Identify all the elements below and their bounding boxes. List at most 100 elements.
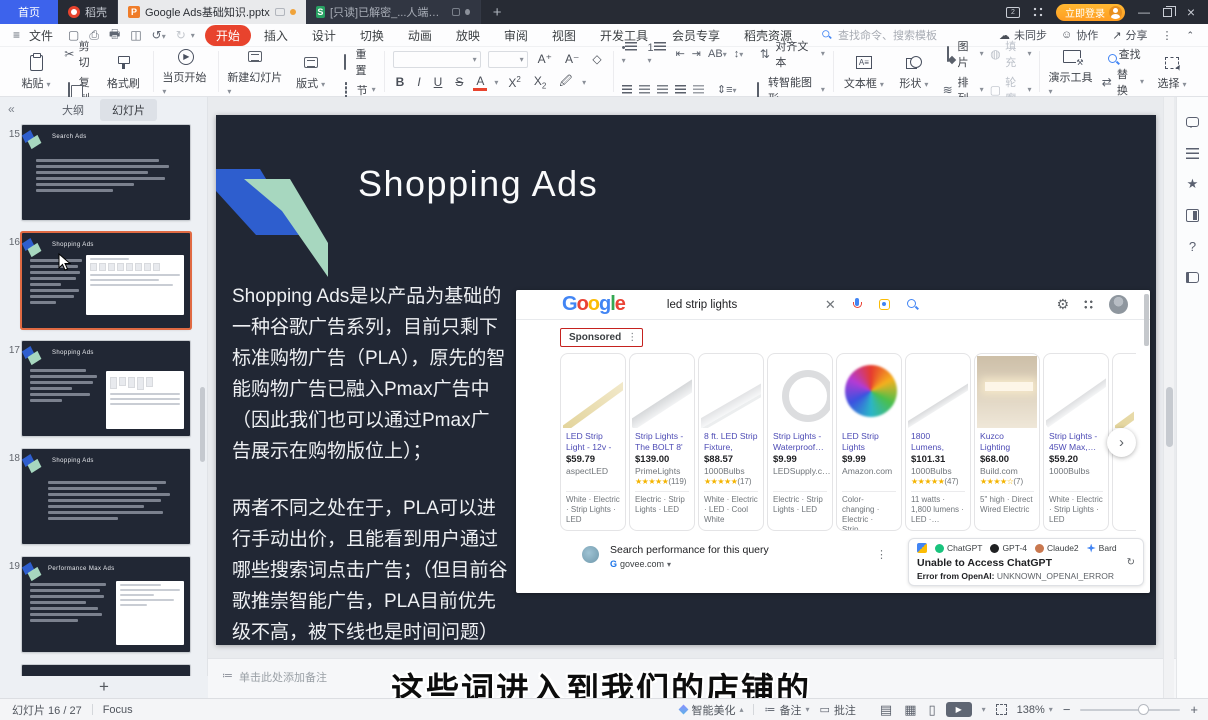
highlight-button[interactable]: 🖉: [556, 72, 575, 93]
align-text-button[interactable]: ⇅对齐文本▾: [758, 38, 825, 70]
tab-home[interactable]: 开始: [205, 25, 251, 46]
slide-title[interactable]: Shopping Ads: [358, 163, 598, 205]
focus-mode-label[interactable]: Focus: [103, 704, 133, 716]
font-size-select[interactable]: ▾: [488, 51, 528, 68]
align-right-button[interactable]: [657, 85, 668, 94]
workspace-grid-icon[interactable]: [1032, 6, 1044, 18]
paste-button[interactable]: 粘贴 ▾: [14, 53, 58, 91]
play-options-caret[interactable]: ▾: [982, 705, 986, 714]
docer-tab[interactable]: 稻壳: [58, 0, 118, 24]
slideshow-play-button[interactable]: ▶: [946, 702, 972, 717]
play-from-current-button[interactable]: ▶ 当页开始 ▾: [162, 47, 210, 97]
tab-review[interactable]: 审阅: [493, 25, 539, 46]
collaborate-button[interactable]: ☺协作: [1061, 27, 1098, 43]
slide-thumbnail-17[interactable]: Shopping Ads: [22, 341, 190, 436]
decrease-indent-button[interactable]: ⇤: [676, 47, 685, 60]
clear-format-icon[interactable]: ◇: [589, 52, 604, 66]
close-button[interactable]: ×: [1184, 4, 1198, 20]
slide-thumbnail-20-partial[interactable]: [22, 665, 190, 676]
line-order-button[interactable]: ↕▾: [734, 48, 744, 60]
cut-button[interactable]: ✂剪切: [64, 38, 95, 70]
bullets-button[interactable]: •▾: [622, 42, 641, 66]
print-icon[interactable]: 🖶: [104, 25, 125, 46]
slide-thumbnail-18[interactable]: Shopping Ads: [22, 449, 190, 544]
login-button[interactable]: 立即登录: [1056, 4, 1125, 21]
fit-slide-icon[interactable]: [996, 704, 1007, 715]
minimize-button[interactable]: —: [1137, 5, 1151, 19]
slide-16-canvas[interactable]: Shopping Ads Shopping Ads是以产品为基础的一种谷歌广告系…: [216, 115, 1156, 645]
picture-button[interactable]: 图片▾: [942, 38, 984, 70]
zoom-slider-knob[interactable]: [1138, 704, 1149, 715]
new-slide-button[interactable]: 新建幻灯片 ▾: [227, 47, 282, 97]
favorites-icon[interactable]: ★: [1184, 175, 1202, 193]
slides-tab[interactable]: 幻灯片: [100, 99, 157, 121]
superscript-button[interactable]: X2: [505, 75, 523, 90]
presentation-tools-button[interactable]: 演示工具 ▾: [1048, 47, 1094, 97]
undo-icon[interactable]: ↺▾: [147, 28, 171, 42]
distribute-button[interactable]: [693, 85, 704, 94]
zoom-level[interactable]: 138%▾: [1017, 704, 1053, 716]
find-button[interactable]: 查找: [1101, 46, 1144, 62]
tab-transitions[interactable]: 切换: [349, 25, 395, 46]
align-center-button[interactable]: [639, 85, 650, 94]
slide-sorter-icon[interactable]: ▦: [904, 702, 916, 718]
task-pane-icon[interactable]: [1184, 206, 1202, 224]
more-menu-icon[interactable]: ⋮: [1161, 29, 1172, 42]
justify-button[interactable]: [675, 85, 686, 94]
tab-view[interactable]: 视图: [541, 25, 587, 46]
text-direction-button[interactable]: AB▾: [708, 48, 727, 60]
sheet-document-tab[interactable]: S [只读]已解密_...人端推广种草bf: [306, 0, 481, 24]
preview-icon[interactable]: ◫: [125, 28, 146, 42]
collapse-ribbon-icon[interactable]: ⌃: [1186, 30, 1194, 41]
select-button[interactable]: 选择 ▾: [1150, 53, 1194, 91]
font-color-button[interactable]: A: [473, 74, 487, 91]
google-search-screenshot[interactable]: Google led strip lights ✕ ⚙ Sponsored ⋮: [516, 290, 1150, 593]
sidebar-scrollbar-thumb[interactable]: [200, 387, 205, 462]
command-search-input[interactable]: 查找命令、搜索模板: [821, 27, 937, 43]
tab-animation[interactable]: 动画: [397, 25, 443, 46]
tab-insert[interactable]: 插入: [253, 25, 299, 46]
canvas-scrollbar[interactable]: [1163, 97, 1174, 698]
split-window-icon[interactable]: 2: [1006, 7, 1020, 18]
slide-thumbnail-15[interactable]: Search Ads: [22, 125, 190, 220]
zoom-slider[interactable]: [1080, 709, 1180, 711]
zoom-in-button[interactable]: +: [1190, 702, 1198, 717]
comments-button[interactable]: ▭批注: [819, 702, 855, 718]
format-painter-button[interactable]: 格式刷: [101, 53, 145, 91]
properties-icon[interactable]: [1184, 144, 1202, 162]
textbox-button[interactable]: A≡ 文本框 ▾: [842, 53, 886, 91]
slide-body-text[interactable]: Shopping Ads是以产品为基础的一种谷歌广告系列，目前只剩下标准购物广告…: [232, 281, 508, 648]
section-button[interactable]: 节▾: [339, 82, 376, 98]
new-tab-button[interactable]: +: [481, 0, 514, 24]
file-menu[interactable]: ≡ 文件: [0, 27, 63, 44]
increase-indent-button[interactable]: ⇥: [692, 47, 701, 60]
bold-button[interactable]: B: [393, 75, 408, 89]
smart-beautify-button[interactable]: 智能美化▴: [680, 702, 743, 718]
replace-button[interactable]: ⇄替换▾: [1101, 66, 1144, 98]
italic-button[interactable]: I: [414, 75, 423, 89]
share-button[interactable]: ↗分享: [1112, 27, 1147, 43]
fill-button[interactable]: ◍填充▾: [990, 38, 1032, 70]
normal-view-icon[interactable]: ▤: [880, 702, 892, 718]
decrease-font-icon[interactable]: A⁻: [562, 52, 582, 66]
collapse-panel-button[interactable]: «: [8, 102, 15, 116]
tab-design[interactable]: 设计: [301, 25, 347, 46]
reset-button[interactable]: 重置: [339, 46, 376, 78]
subscript-button[interactable]: X2: [531, 74, 549, 90]
notes-toggle-button[interactable]: ≔备注▾: [764, 702, 809, 718]
document-tab-active[interactable]: P Google Ads基础知识.pptx: [118, 0, 306, 24]
line-spacing-button[interactable]: ⇕≡▾: [717, 83, 737, 96]
increase-font-icon[interactable]: A⁺: [535, 52, 555, 66]
align-left-button[interactable]: [622, 85, 633, 94]
slide-thumbnail-16-selected[interactable]: Shopping Ads: [22, 233, 190, 328]
layout-button[interactable]: 版式 ▾: [289, 53, 333, 91]
help-icon[interactable]: ?: [1184, 237, 1202, 255]
reading-view-icon[interactable]: ▯: [928, 702, 935, 718]
strikethrough-button[interactable]: S: [452, 75, 466, 89]
outline-tab[interactable]: 大纲: [50, 99, 96, 121]
restore-button[interactable]: [1163, 8, 1172, 17]
home-tab[interactable]: 首页: [0, 0, 58, 24]
zoom-out-button[interactable]: −: [1063, 702, 1071, 717]
add-slide-button[interactable]: +: [0, 676, 208, 698]
redo-icon[interactable]: ↻: [171, 28, 191, 42]
